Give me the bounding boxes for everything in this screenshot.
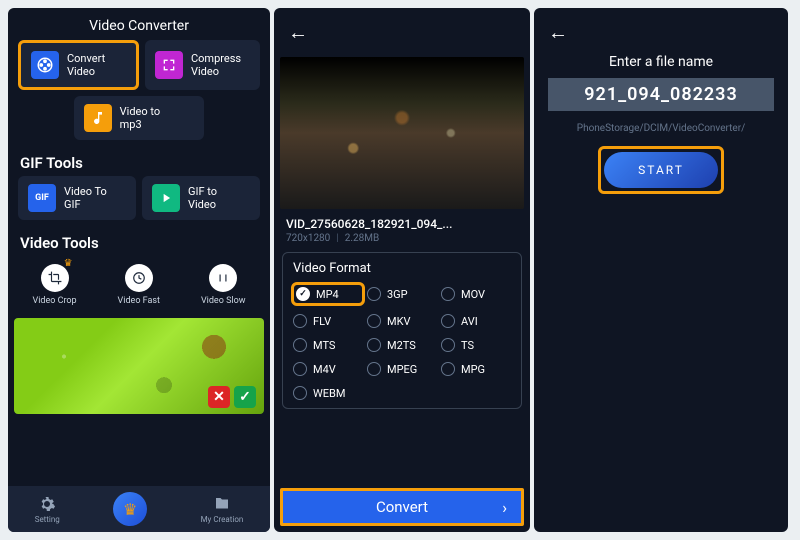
- filename-input[interactable]: 921_094_082233: [548, 78, 774, 111]
- format-option-ts[interactable]: TS: [441, 338, 511, 352]
- video-preview: [280, 57, 524, 209]
- gear-icon: [38, 495, 56, 513]
- format-label: WEBM: [313, 387, 345, 400]
- premium-button[interactable]: ♛: [113, 492, 147, 526]
- gif-to-video-card[interactable]: GIF toVideo: [142, 176, 260, 220]
- compress-video-card[interactable]: CompressVideo: [145, 40, 260, 90]
- video-slow-tool[interactable]: Video Slow: [201, 264, 246, 306]
- format-title: Video Format: [293, 261, 511, 276]
- crop-icon: ♛: [41, 264, 69, 292]
- format-label: MPEG: [387, 363, 417, 376]
- video-fast-tool[interactable]: Video Fast: [118, 264, 160, 306]
- format-option-mpeg[interactable]: MPEG: [367, 362, 437, 376]
- app-title: Video Converter: [8, 8, 270, 40]
- radio-icon: [441, 314, 455, 328]
- format-label: MTS: [313, 339, 335, 352]
- card-label: ConvertVideo: [67, 52, 105, 78]
- radio-icon: [293, 314, 307, 328]
- format-label: MOV: [461, 288, 485, 301]
- format-label: M2TS: [387, 339, 416, 352]
- card-label: Video ToGIF: [64, 185, 107, 211]
- card-label: CompressVideo: [191, 52, 241, 78]
- format-option-flv[interactable]: FLV: [293, 314, 363, 328]
- accept-button[interactable]: ✓: [234, 386, 256, 408]
- format-label: MPG: [461, 363, 485, 376]
- format-option-avi[interactable]: AVI: [441, 314, 511, 328]
- radio-icon: [367, 314, 381, 328]
- tool-label: Video Fast: [118, 296, 160, 306]
- format-option-mts[interactable]: MTS: [293, 338, 363, 352]
- music-note-icon: [84, 104, 112, 132]
- nav-label: Setting: [35, 515, 60, 524]
- convert-video-card[interactable]: ConvertVideo: [18, 40, 139, 90]
- folder-icon: [213, 495, 231, 513]
- video-to-gif-card[interactable]: GIF Video ToGIF: [18, 176, 136, 220]
- panel-format: ← VID_27560628_182921_094_... 720x1280|2…: [274, 8, 530, 532]
- format-label: AVI: [461, 315, 478, 328]
- game-preview: ✕ ✓: [14, 318, 264, 414]
- crown-icon: ♛: [64, 258, 73, 269]
- fast-icon: [125, 264, 153, 292]
- format-label: M4V: [313, 363, 336, 376]
- radio-icon: [293, 362, 307, 376]
- compress-icon: [155, 51, 183, 79]
- nav-creation[interactable]: My Creation: [201, 495, 244, 524]
- format-option-3gp[interactable]: 3GP: [367, 284, 437, 304]
- radio-icon: [441, 287, 455, 301]
- video-filename: VID_27560628_182921_094_...: [274, 209, 530, 233]
- radio-icon: [441, 362, 455, 376]
- panel-save: ← Enter a file name 921_094_082233 Phone…: [534, 8, 788, 532]
- panel-home: Video Converter ConvertVideo CompressVid…: [8, 8, 270, 532]
- radio-icon: [293, 338, 307, 352]
- format-option-mp4[interactable]: MP4: [291, 282, 365, 306]
- format-option-mkv[interactable]: MKV: [367, 314, 437, 328]
- video-tools-heading: Video Tools: [8, 226, 270, 256]
- gif-tools-heading: GIF Tools: [8, 146, 270, 176]
- back-button[interactable]: ←: [534, 8, 582, 57]
- reject-button[interactable]: ✕: [208, 386, 230, 408]
- format-label: TS: [461, 339, 474, 352]
- format-label: 3GP: [387, 288, 408, 301]
- card-label: GIF toVideo: [188, 185, 217, 211]
- slow-icon: [209, 264, 237, 292]
- nav-setting[interactable]: Setting: [35, 495, 60, 524]
- radio-icon: [367, 362, 381, 376]
- format-option-m2ts[interactable]: M2TS: [367, 338, 437, 352]
- convert-button[interactable]: Convert ›: [280, 488, 524, 526]
- video-crop-tool[interactable]: ♛ Video Crop: [32, 264, 76, 306]
- format-option-m4v[interactable]: M4V: [293, 362, 363, 376]
- chevron-right-icon: ›: [502, 498, 507, 517]
- format-option-mov[interactable]: MOV: [441, 284, 511, 304]
- play-icon: [152, 184, 180, 212]
- start-button[interactable]: START: [604, 152, 718, 188]
- format-box: Video Format MP4 3GP MOV FLV MKV AVI MTS M2TS TS…: [282, 252, 522, 409]
- convert-label: Convert: [376, 498, 428, 516]
- format-label: MKV: [387, 315, 411, 328]
- radio-icon: [367, 338, 381, 352]
- radio-icon: [296, 287, 310, 301]
- back-button[interactable]: ←: [274, 8, 322, 57]
- video-to-mp3-card[interactable]: Video tomp3: [74, 96, 205, 140]
- format-option-mpg[interactable]: MPG: [441, 362, 511, 376]
- format-option-webm[interactable]: WEBM: [293, 386, 363, 400]
- start-highlight: START: [598, 146, 724, 194]
- tool-label: Video Slow: [201, 296, 246, 306]
- gif-icon: GIF: [28, 184, 56, 212]
- nav-label: My Creation: [201, 515, 244, 524]
- video-meta: 720x1280|2.28MB: [274, 233, 530, 252]
- save-path: PhoneStorage/DCIM/VideoConverter/: [534, 119, 788, 146]
- radio-icon: [441, 338, 455, 352]
- bottom-nav: Setting ♛ My Creation: [8, 486, 270, 532]
- tool-label: Video Crop: [32, 296, 76, 306]
- card-label: Video tomp3: [120, 105, 160, 131]
- format-label: FLV: [313, 315, 331, 328]
- radio-icon: [367, 287, 381, 301]
- film-reel-icon: [31, 51, 59, 79]
- format-label: MP4: [316, 288, 339, 301]
- radio-icon: [293, 386, 307, 400]
